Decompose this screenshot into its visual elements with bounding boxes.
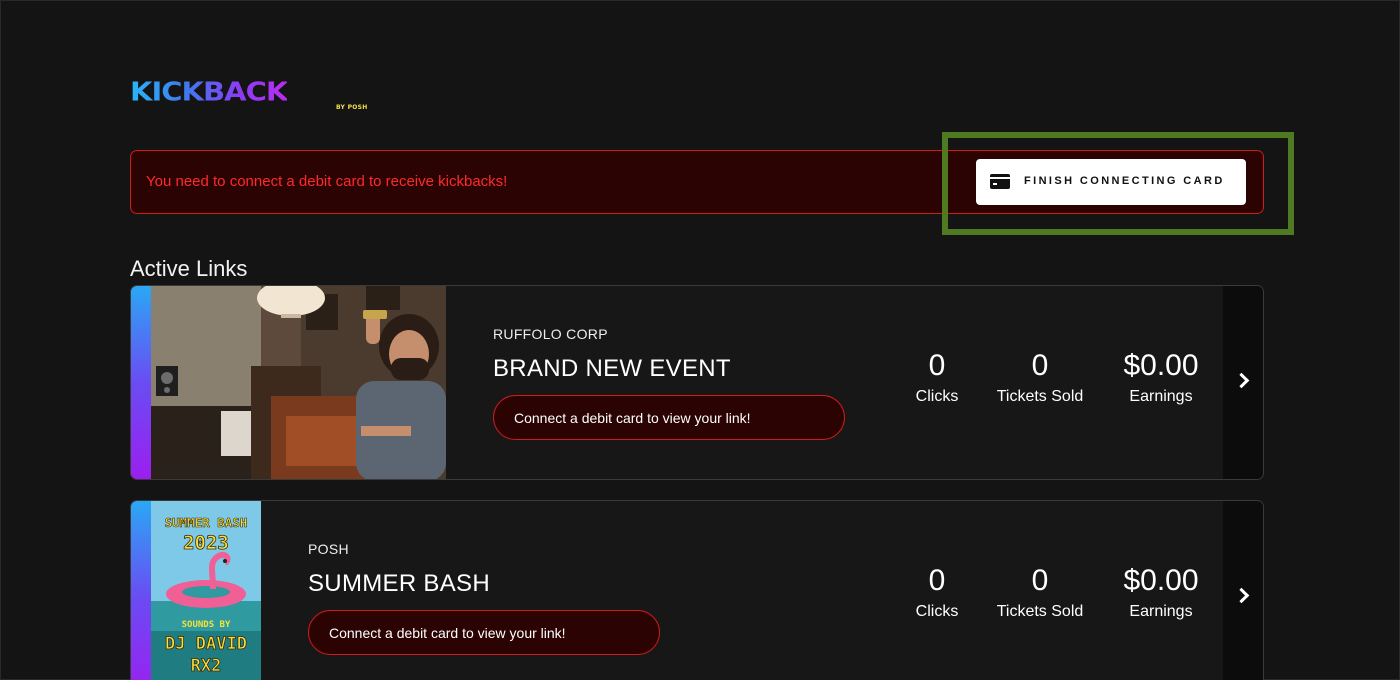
poster-line-1: SUMMER BASH bbox=[165, 515, 248, 530]
poster-line-2: 2023 bbox=[183, 532, 229, 554]
chevron-right-icon bbox=[1233, 372, 1250, 389]
event-organizer: POSH bbox=[308, 541, 349, 557]
earnings-value: $0.00 bbox=[1123, 349, 1199, 382]
poster-line-4: DJ DAVID bbox=[165, 634, 247, 654]
clicks-label: Clicks bbox=[915, 603, 959, 620]
tickets-sold-stat: 0 Tickets Sold bbox=[985, 563, 1095, 621]
open-event-button[interactable] bbox=[1223, 286, 1263, 479]
finish-connecting-card-label: FINISH CONNECTING CARD bbox=[1024, 175, 1225, 187]
clicks-stat: 0 Clicks bbox=[897, 563, 977, 621]
poster-line-3: SOUNDS BY bbox=[182, 620, 231, 630]
event-thumbnail bbox=[151, 286, 446, 479]
event-card[interactable]: SUMMER BASH 2023 SOUNDS BY DJ DAVID RX2 … bbox=[130, 500, 1264, 680]
tickets-sold-value: 0 bbox=[1031, 349, 1049, 382]
logo-wordmark: KICKBACK bbox=[130, 76, 288, 107]
event-card[interactable]: RUFFOLO CORP BRAND NEW EVENT Connect a d… bbox=[130, 285, 1264, 480]
credit-card-icon bbox=[990, 174, 1010, 189]
tickets-sold-label: Tickets Sold bbox=[996, 603, 1084, 620]
tickets-sold-value: 0 bbox=[1031, 564, 1049, 597]
logo-subtitle: BY POSH bbox=[336, 104, 368, 111]
alert-message: You need to connect a debit card to rece… bbox=[146, 173, 508, 190]
event-organizer: RUFFOLO CORP bbox=[493, 326, 608, 342]
active-links-title: Active Links bbox=[130, 256, 248, 281]
earnings-label: Earnings bbox=[1129, 603, 1193, 620]
event-title: SUMMER BASH bbox=[308, 570, 490, 597]
clicks-value: 0 bbox=[928, 349, 946, 382]
link-pill-label: Connect a debit card to view your link! bbox=[329, 625, 566, 641]
event-accent-bar bbox=[131, 501, 151, 680]
poster-line-5: RX2 bbox=[191, 656, 222, 676]
connect-card-link-pill[interactable]: Connect a debit card to view your link! bbox=[308, 610, 660, 655]
clicks-label: Clicks bbox=[915, 388, 959, 405]
tickets-sold-stat: 0 Tickets Sold bbox=[985, 348, 1095, 406]
event-title: BRAND NEW EVENT bbox=[493, 355, 731, 382]
earnings-stat: $0.00 Earnings bbox=[1111, 563, 1211, 621]
kickback-logo[interactable]: KICKBACK BY POSH bbox=[130, 78, 380, 114]
earnings-value: $0.00 bbox=[1123, 564, 1199, 597]
link-pill-label: Connect a debit card to view your link! bbox=[514, 410, 751, 426]
tickets-sold-label: Tickets Sold bbox=[996, 388, 1084, 405]
event-thumbnail: SUMMER BASH 2023 SOUNDS BY DJ DAVID RX2 bbox=[151, 501, 261, 680]
earnings-label: Earnings bbox=[1129, 388, 1193, 405]
clicks-value: 0 bbox=[928, 564, 946, 597]
chevron-right-icon bbox=[1233, 587, 1250, 604]
finish-connecting-card-button[interactable]: FINISH CONNECTING CARD bbox=[976, 159, 1246, 205]
earnings-stat: $0.00 Earnings bbox=[1111, 348, 1211, 406]
clicks-stat: 0 Clicks bbox=[897, 348, 977, 406]
open-event-button[interactable] bbox=[1223, 501, 1263, 680]
connect-card-link-pill[interactable]: Connect a debit card to view your link! bbox=[493, 395, 845, 440]
event-accent-bar bbox=[131, 286, 151, 479]
